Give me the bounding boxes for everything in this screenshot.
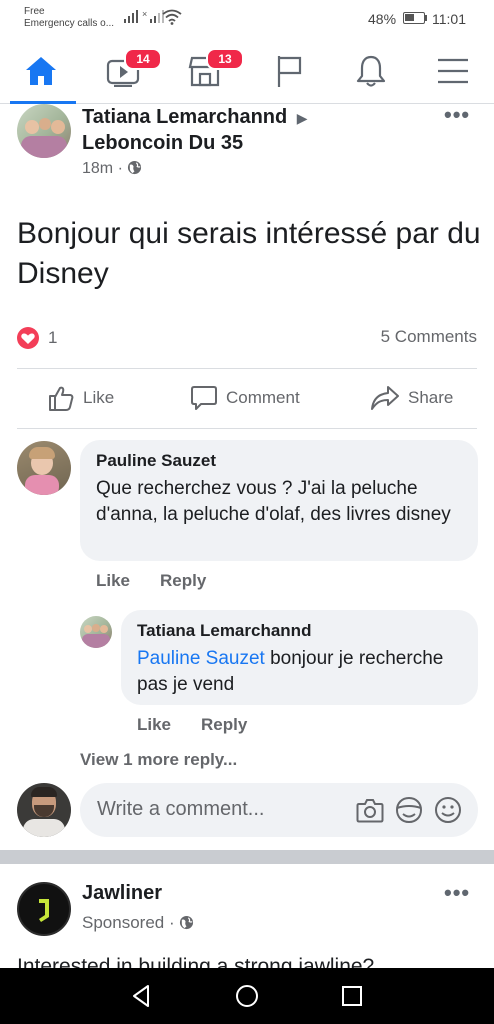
reactions-summary[interactable]: 1 xyxy=(16,326,57,350)
menu-icon xyxy=(438,58,468,84)
post-group-name[interactable]: Leboncoin Du 35 xyxy=(82,130,243,156)
section-separator xyxy=(0,850,494,864)
ad-page-name[interactable]: Jawliner xyxy=(82,882,162,905)
thumbs-up-icon xyxy=(49,386,74,411)
post-time[interactable]: 18m xyxy=(82,160,113,177)
recents-icon[interactable] xyxy=(338,982,366,1010)
comments-count[interactable]: 5 Comments xyxy=(381,327,477,347)
clock: 11:01 xyxy=(432,11,466,27)
signal-icon: × xyxy=(124,10,165,23)
reply-bubble: Tatiana Lemarchannd Pauline Sauzet bonjo… xyxy=(121,610,478,705)
nav-marketplace[interactable]: 13 xyxy=(170,40,244,102)
nav-notifications[interactable] xyxy=(336,40,406,102)
reaction-count: 1 xyxy=(48,328,58,347)
back-icon[interactable] xyxy=(128,982,156,1010)
reply-author[interactable]: Tatiana Lemarchannd xyxy=(137,620,462,642)
share-button[interactable]: Share xyxy=(370,384,453,412)
divider xyxy=(17,428,477,429)
comment-text: Que recherchez vous ? J'ai la peluche d'… xyxy=(96,478,451,525)
comment-icon xyxy=(191,386,217,410)
comment-reply-button[interactable]: Reply xyxy=(160,571,206,591)
comment-label: Comment xyxy=(226,388,300,407)
current-user-avatar[interactable] xyxy=(17,783,71,837)
reply-author-avatar[interactable] xyxy=(80,616,112,648)
post-author-line: Tatiana Lemarchannd ▶ xyxy=(82,104,308,131)
carrier-status: Emergency calls o... xyxy=(24,18,115,29)
mention-link[interactable]: Pauline Sauzet xyxy=(137,648,265,669)
like-label: Like xyxy=(83,388,115,407)
carrier-info: Free Emergency calls o... xyxy=(24,6,114,30)
nav-pages[interactable] xyxy=(254,40,324,102)
bell-icon xyxy=(356,55,386,87)
ad-avatar[interactable] xyxy=(17,882,71,936)
post-more-options[interactable]: ••• xyxy=(444,102,470,128)
write-comment-placeholder: Write a comment... xyxy=(97,798,265,820)
write-comment-field[interactable]: Write a comment... xyxy=(80,783,478,837)
post-text: Bonjour qui serais intéressé par du Disn… xyxy=(17,217,481,290)
reply-reply-button[interactable]: Reply xyxy=(201,715,247,735)
system-nav-bar xyxy=(0,968,494,1024)
top-nav: 14 13 xyxy=(0,40,494,104)
emoji-icon[interactable] xyxy=(434,796,462,824)
home-icon xyxy=(26,57,56,85)
post-author-name[interactable]: Tatiana Lemarchannd xyxy=(82,106,287,128)
battery-percent: 48% xyxy=(368,11,397,27)
globe-icon xyxy=(180,915,194,930)
comment-author[interactable]: Pauline Sauzet xyxy=(96,450,462,472)
like-button[interactable]: Like xyxy=(47,384,114,412)
share-icon xyxy=(371,386,399,410)
home-circle-icon[interactable] xyxy=(233,982,261,1010)
share-label: Share xyxy=(408,388,454,407)
sticker-icon[interactable] xyxy=(394,796,424,824)
nav-home[interactable] xyxy=(6,40,76,104)
divider xyxy=(17,368,477,369)
jawliner-logo-icon xyxy=(39,899,49,922)
status-bar: Free Emergency calls o... × 48% 11:01 xyxy=(0,0,494,38)
watch-badge: 14 xyxy=(124,48,162,70)
ad-more-options[interactable]: ••• xyxy=(444,880,470,906)
sponsored-label: Sponsored xyxy=(82,913,165,932)
carrier-name: Free xyxy=(24,6,45,17)
nav-watch[interactable]: 14 xyxy=(88,40,162,102)
post-meta: 18m · xyxy=(82,160,142,178)
caret-right-icon: ▶ xyxy=(296,110,308,126)
love-reaction-icon xyxy=(17,327,39,349)
ad-meta: Sponsored · xyxy=(82,913,194,933)
globe-icon xyxy=(128,160,142,175)
marketplace-badge: 13 xyxy=(206,48,244,70)
reply-text: Pauline Sauzet bonjour je recherche pas … xyxy=(137,646,462,698)
wifi-icon xyxy=(162,9,182,25)
nav-menu[interactable] xyxy=(418,40,488,102)
view-more-replies[interactable]: View 1 more reply... xyxy=(80,750,237,770)
post-author-avatar[interactable] xyxy=(17,104,71,158)
reply-like-button[interactable]: Like xyxy=(137,715,171,735)
commenter-avatar[interactable] xyxy=(17,441,71,495)
flag-icon xyxy=(277,56,302,87)
comment-button[interactable]: Comment xyxy=(190,384,300,412)
comment-bubble: Pauline Sauzet Que recherchez vous ? J'a… xyxy=(80,440,478,561)
battery-icon xyxy=(403,12,425,24)
comment-like-button[interactable]: Like xyxy=(96,571,130,591)
camera-icon[interactable] xyxy=(356,797,384,823)
